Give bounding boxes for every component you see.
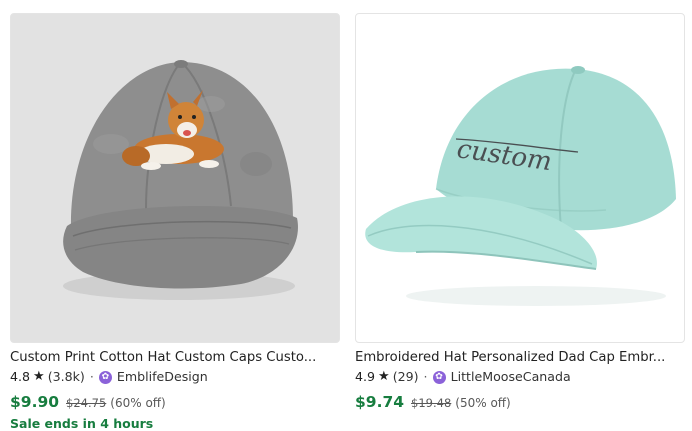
sale-price: $9.74: [355, 393, 405, 411]
shop-name[interactable]: LittleMooseCanada: [451, 369, 571, 385]
rating-value: 4.9: [355, 369, 376, 384]
original-price: $24.75: [66, 396, 107, 410]
listing-rating-row: 4.9 ★ (29) · ✿ LittleMooseCanada: [355, 369, 685, 385]
price-row: $9.90 $24.75 (60% off): [10, 393, 340, 411]
sale-countdown: Sale ends in 4 hours: [10, 416, 154, 431]
shop-name[interactable]: EmblifeDesign: [117, 369, 208, 385]
rating-value: 4.8: [10, 369, 31, 384]
listing-image[interactable]: custom: [355, 13, 685, 343]
review-count: (3.8k): [47, 369, 85, 384]
discount-percent: (60% off): [110, 396, 166, 410]
separator-dot: ·: [89, 369, 94, 384]
original-price: $19.48: [411, 396, 452, 410]
listing-image[interactable]: [10, 13, 340, 343]
star-icon: ★: [378, 369, 390, 384]
review-count: (29): [392, 369, 419, 384]
separator-dot: ·: [423, 369, 428, 384]
star-icon: ★: [33, 369, 45, 384]
gray-cap-with-corgi-image: [63, 60, 298, 300]
listing-rating-row: 4.8 ★ (3.8k) · ✿ EmblifeDesign: [10, 369, 340, 385]
listing-card[interactable]: custom Embroidered Hat Personalized Dad …: [355, 13, 685, 411]
listing-title[interactable]: Embroidered Hat Personalized Dad Cap Emb…: [355, 349, 683, 366]
discount-percent: (50% off): [455, 396, 511, 410]
price-row: $9.74 $19.48 (50% off): [355, 393, 685, 411]
star-seller-badge-icon: ✿: [432, 370, 446, 384]
listing-title[interactable]: Custom Print Cotton Hat Custom Caps Cust…: [10, 349, 338, 366]
sale-price: $9.90: [10, 393, 60, 411]
mint-cap-embroidered-image: custom: [365, 66, 676, 306]
listing-card[interactable]: Custom Print Cotton Hat Custom Caps Cust…: [10, 13, 340, 431]
listing-grid: Custom Print Cotton Hat Custom Caps Cust…: [0, 0, 692, 431]
star-seller-badge-icon: ✿: [98, 370, 112, 384]
